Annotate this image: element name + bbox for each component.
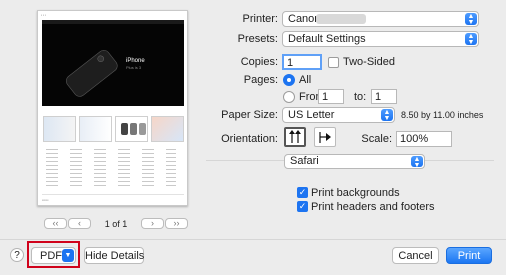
- printer-name-redaction: [316, 14, 366, 24]
- preview-footer-links: [46, 149, 176, 189]
- next-page-button[interactable]: ›: [141, 218, 164, 229]
- preview-footer-text: ▪▪▪▪▪▪: [42, 198, 49, 202]
- two-sided-checkbox[interactable]: [328, 57, 339, 68]
- pages-to-label: to:: [354, 91, 367, 103]
- app-options-value: Safari: [290, 155, 319, 167]
- copies-label: Copies:: [240, 56, 278, 68]
- phone-image: [66, 50, 118, 97]
- pages-all-radio[interactable]: [283, 74, 295, 86]
- cancel-button[interactable]: Cancel: [392, 247, 439, 264]
- two-sided-label: Two-Sided: [343, 56, 395, 68]
- pages-to-input[interactable]: 1: [371, 89, 397, 104]
- preview-product-card: [115, 116, 148, 142]
- print-headers-footers-checkbox[interactable]: ✓: [297, 201, 308, 212]
- paper-size-select[interactable]: US Letter ▲ ▼: [282, 107, 395, 123]
- scale-input[interactable]: 100%: [396, 131, 452, 147]
- page-indicator: 1 of 1: [104, 219, 128, 229]
- preview-product-strip: [42, 110, 184, 144]
- print-backgrounds-checkbox[interactable]: ✓: [297, 187, 308, 198]
- last-page-button[interactable]: ››: [165, 218, 188, 229]
- pages-label: Pages:: [243, 74, 278, 86]
- pages-range-radio[interactable]: [283, 91, 295, 103]
- orientation-landscape-button[interactable]: [314, 127, 336, 147]
- preview-hero-subtitle: Plus is 3: [126, 65, 142, 70]
- pdf-button[interactable]: PDF ▼: [31, 247, 76, 264]
- pages-all-label: All: [299, 74, 312, 86]
- chevron-updown-icon: ▲ ▼: [411, 156, 423, 168]
- copies-input[interactable]: 1: [282, 54, 322, 70]
- printer-label: Printer:: [242, 13, 278, 25]
- footer-divider: [0, 239, 506, 240]
- preview-product-card: [43, 116, 76, 142]
- preview-hero-image: iPhone Plus is 3: [42, 20, 184, 106]
- help-button[interactable]: ?: [10, 248, 24, 262]
- preview-header-text: ▪ ▪ ▪: [41, 13, 46, 17]
- pdf-button-label: PDF: [40, 250, 62, 262]
- paper-size-label: Paper Size:: [221, 109, 278, 121]
- scale-label: Scale:: [361, 133, 392, 145]
- paper-dimensions: 8.50 by 11.00 inches: [401, 110, 484, 120]
- first-page-button[interactable]: ‹‹: [44, 218, 67, 229]
- app-options-select[interactable]: Safari ▲ ▼: [284, 154, 425, 169]
- page-preview: ▪ ▪ ▪ iPhone Plus is 3 ▪▪▪▪▪▪: [37, 10, 188, 206]
- presets-label: Presets:: [237, 33, 278, 45]
- portrait-icon: [289, 130, 301, 143]
- hide-details-button[interactable]: Hide Details: [84, 247, 144, 264]
- preview-product-card: [79, 116, 112, 142]
- paper-size-value: US Letter: [288, 109, 335, 121]
- watch-image: [121, 123, 128, 135]
- presets-value: Default Settings: [288, 33, 366, 45]
- landscape-icon: [319, 132, 331, 143]
- previous-page-button[interactable]: ‹: [68, 218, 91, 229]
- print-headers-footers-label: Print headers and footers: [311, 201, 435, 213]
- chevron-down-icon: ▼: [62, 249, 74, 262]
- preview-footer-divider: [42, 194, 184, 195]
- watch-image: [130, 123, 137, 135]
- orientation-label: Orientation:: [221, 133, 278, 145]
- preview-hero-title: iPhone: [126, 58, 145, 64]
- preview-nav-bar: [42, 20, 184, 24]
- orientation-portrait-button[interactable]: [284, 127, 306, 147]
- printer-select[interactable]: Canon series ▲▼: [282, 11, 479, 27]
- chevron-updown-icon: ▲ ▼: [465, 13, 477, 26]
- watch-image: [139, 123, 146, 135]
- chevron-updown-icon: ▲ ▼: [465, 33, 477, 46]
- presets-select[interactable]: Default Settings ▲ ▼: [282, 31, 479, 47]
- chevron-updown-icon: ▲ ▼: [381, 109, 393, 122]
- preview-product-card: [151, 116, 184, 142]
- pages-from-input[interactable]: 1: [318, 89, 344, 104]
- print-button[interactable]: Print: [446, 247, 492, 264]
